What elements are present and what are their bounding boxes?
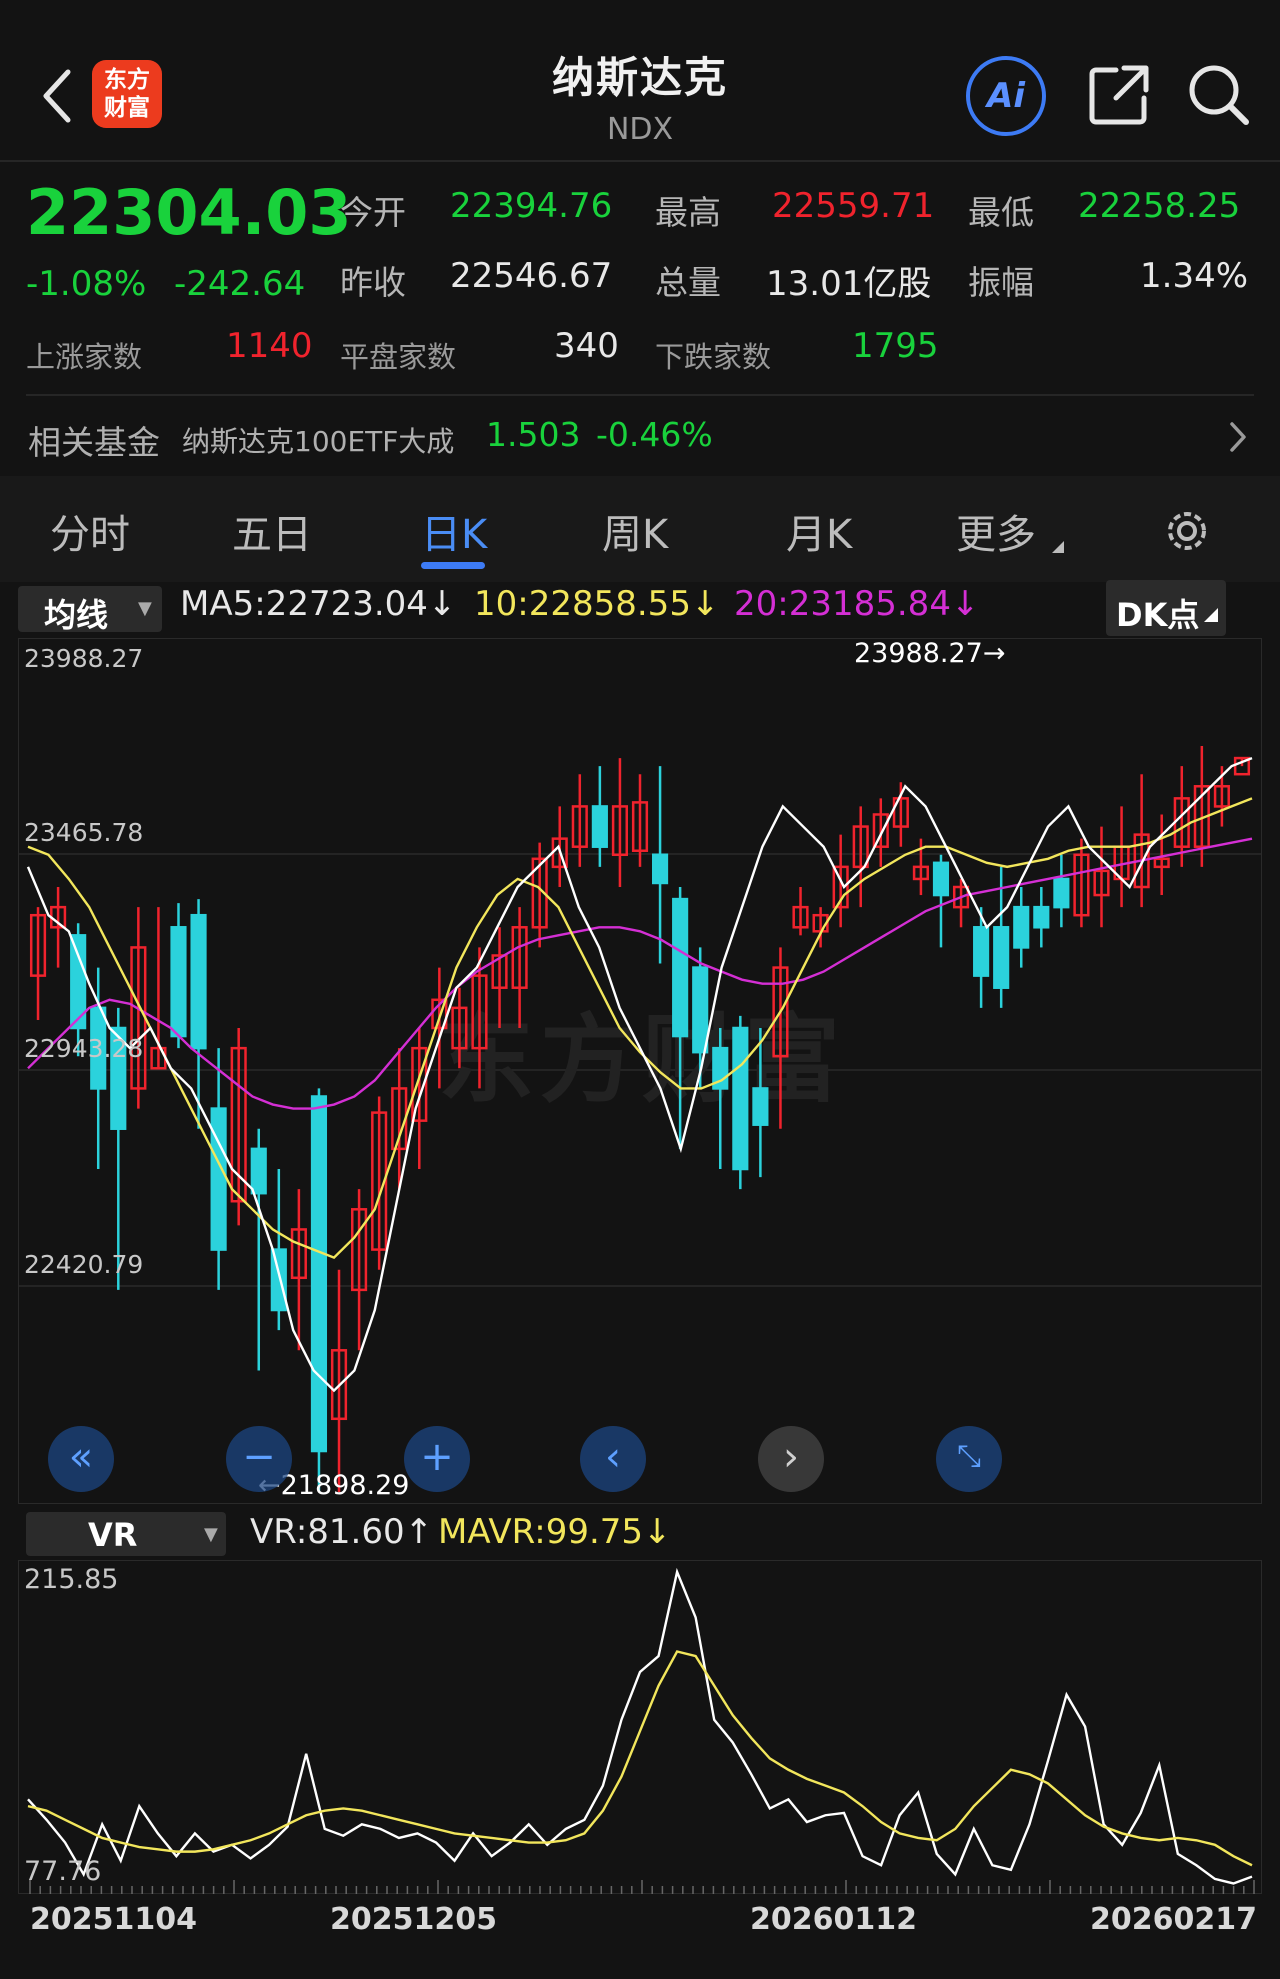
dk-point-button[interactable]: DK点 bbox=[1106, 580, 1226, 636]
volume-label: 总量 bbox=[655, 263, 721, 302]
date-label-2: 20251205 bbox=[330, 1902, 497, 1937]
advancers-value: 1140 bbox=[226, 326, 313, 366]
advancers-label: 上涨家数 bbox=[26, 340, 143, 374]
price-axis-label-2: 23465.78 bbox=[24, 818, 144, 847]
mavrline bbox=[27, 1650, 1253, 1867]
active-tab-indicator bbox=[421, 562, 485, 569]
high-annotation: 23988.27→ bbox=[854, 638, 1006, 669]
candle-body bbox=[1033, 905, 1050, 929]
high-label: 最高 bbox=[655, 193, 721, 232]
price-axis-label-1: 23988.27 bbox=[24, 644, 144, 673]
change-amount: -242.64 bbox=[174, 264, 306, 304]
unchanged-value: 340 bbox=[554, 326, 619, 366]
scroll-right-button[interactable]: › bbox=[758, 1426, 824, 1492]
dropdown-triangle-icon bbox=[1052, 538, 1064, 557]
zoom-in-button[interactable]: + bbox=[404, 1426, 470, 1492]
tab-monthly-k[interactable]: 月K bbox=[786, 502, 852, 560]
tab-more[interactable]: 更多 bbox=[956, 502, 1036, 560]
divider bbox=[26, 394, 1254, 396]
prev-close-label: 昨收 bbox=[340, 263, 406, 302]
indicator-selector[interactable]: 均线 ▼ bbox=[18, 586, 162, 634]
candle-body bbox=[170, 926, 187, 1038]
candle-body bbox=[973, 926, 990, 977]
low-value: 22258.25 bbox=[1078, 186, 1241, 226]
vr-axis-max: 215.85 bbox=[24, 1564, 119, 1595]
ma10-value: 10:22858.55↓ bbox=[474, 584, 720, 624]
vr-indicator-selector[interactable]: VR ▼ bbox=[26, 1512, 226, 1556]
last-price: 22304.03 bbox=[26, 176, 352, 249]
price-axis-label-4: 22420.79 bbox=[24, 1250, 144, 1279]
candle-body bbox=[672, 897, 689, 1038]
price-axis-label-3: 22943.28 bbox=[24, 1034, 144, 1063]
candle-body bbox=[932, 861, 950, 897]
ai-assistant-button[interactable]: Ai bbox=[966, 56, 1046, 136]
fullscreen-button[interactable]: ⤡ bbox=[936, 1426, 1002, 1492]
decliners-value: 1795 bbox=[852, 326, 939, 366]
search-icon[interactable] bbox=[1186, 62, 1252, 128]
share-icon[interactable] bbox=[1086, 62, 1152, 128]
candle-body bbox=[210, 1107, 227, 1251]
dropdown-arrow-icon: ▼ bbox=[138, 598, 152, 619]
ma5-value: MA5:22723.04↓ bbox=[180, 584, 457, 624]
candlestick-chart[interactable]: 东方财富 bbox=[18, 638, 1262, 1504]
vrline bbox=[27, 1567, 1253, 1885]
decliners-label: 下跌家数 bbox=[655, 340, 772, 374]
candle-body bbox=[732, 1026, 749, 1171]
gear-icon[interactable] bbox=[1162, 506, 1212, 556]
change-percent: -1.08% bbox=[26, 264, 147, 304]
vr-chart[interactable] bbox=[18, 1560, 1262, 1894]
candle-body bbox=[1053, 877, 1070, 909]
candle-body bbox=[752, 1087, 769, 1126]
tab-five-day[interactable]: 五日 bbox=[232, 502, 312, 560]
zoom-out-button[interactable]: − bbox=[226, 1426, 292, 1492]
fund-change: -0.46% bbox=[596, 415, 713, 454]
prev-close-value: 22546.67 bbox=[450, 256, 613, 296]
candle-body bbox=[250, 1147, 267, 1195]
tab-intraday[interactable]: 分时 bbox=[50, 502, 130, 560]
candle-body bbox=[310, 1095, 328, 1453]
open-value: 22394.76 bbox=[450, 186, 613, 226]
date-label-1: 20251104 bbox=[30, 1902, 197, 1937]
date-label-3: 20260112 bbox=[750, 1902, 917, 1937]
period-tab-bar: 分时 五日 日K 周K 月K 更多 bbox=[0, 476, 1280, 582]
tab-daily-k[interactable]: 日K bbox=[421, 502, 487, 560]
high-value: 22559.71 bbox=[772, 186, 935, 226]
fund-name: 纳斯达克100ETF大成 bbox=[182, 425, 455, 458]
amplitude-value: 1.34% bbox=[1140, 256, 1249, 296]
fund-price: 1.503 bbox=[486, 415, 581, 454]
amplitude-label: 振幅 bbox=[968, 263, 1034, 302]
corner-triangle-icon bbox=[1204, 592, 1218, 630]
vr-axis-min: 77.76 bbox=[24, 1856, 102, 1887]
vr-value: VR:81.60↑ bbox=[250, 1512, 434, 1552]
fund-section-label: 相关基金 bbox=[28, 423, 160, 462]
ma20-value: 20:23185.84↓ bbox=[734, 584, 980, 624]
unchanged-label: 平盘家数 bbox=[340, 340, 457, 374]
low-label: 最低 bbox=[968, 193, 1034, 232]
open-label: 今开 bbox=[340, 193, 406, 232]
volume-value: 13.01亿股 bbox=[766, 264, 932, 304]
related-fund-row[interactable]: 相关基金 纳斯达克100ETF大成 1.503 -0.46% bbox=[0, 398, 1280, 474]
scroll-left-button[interactable]: ‹ bbox=[580, 1426, 646, 1492]
jump-to-start-button[interactable]: « bbox=[48, 1426, 114, 1492]
candle-body bbox=[651, 853, 669, 885]
candle-body bbox=[591, 805, 608, 848]
dropdown-arrow-icon: ▼ bbox=[204, 1524, 218, 1545]
candle-body bbox=[993, 926, 1010, 989]
tab-weekly-k[interactable]: 周K bbox=[602, 502, 668, 560]
mavr-value: MAVR:99.75↓ bbox=[438, 1512, 672, 1552]
candle-body bbox=[190, 913, 207, 1050]
candle-body bbox=[692, 966, 709, 1054]
date-label-4: 20260217 bbox=[1090, 1902, 1257, 1937]
chevron-right-icon bbox=[1228, 420, 1248, 458]
candle-body bbox=[1013, 905, 1030, 949]
